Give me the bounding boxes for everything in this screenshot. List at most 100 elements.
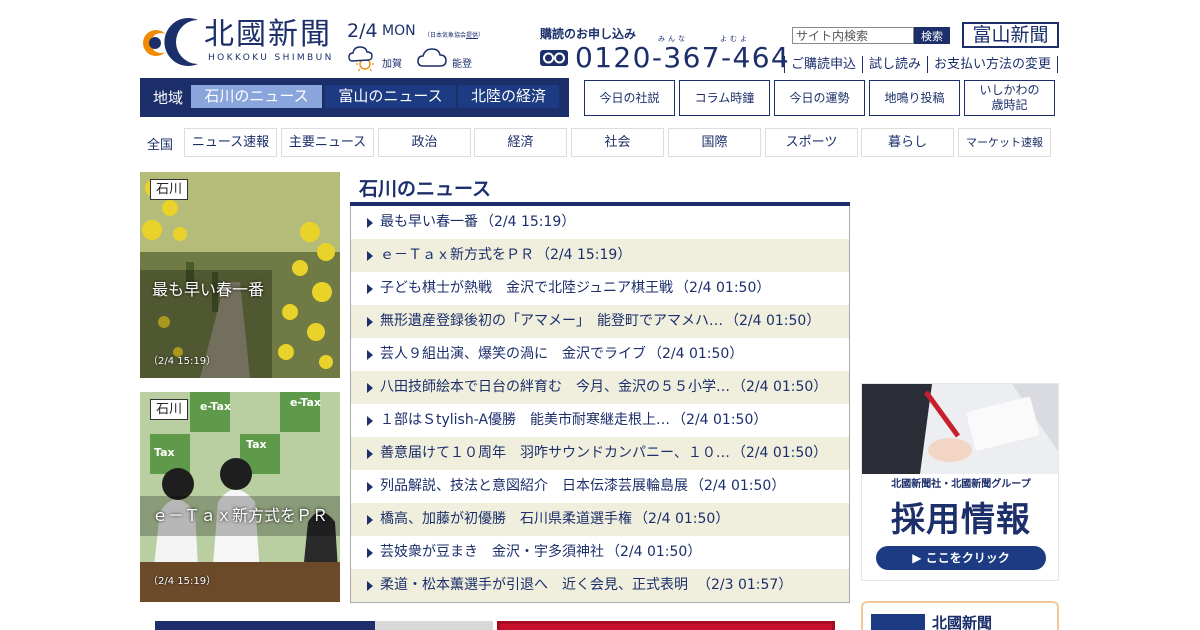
weather-credit-prefix: （日本気象協会 <box>424 32 467 39</box>
news-title[interactable]: 列品解説、技法と意図紹介 日本伝漆芸展輪島展 <box>380 478 688 494</box>
ad-subtitle: 北國新聞社・北國新聞グループ <box>891 479 1031 490</box>
bottom-banner-2[interactable] <box>375 621 493 630</box>
news-item[interactable]: 無形遺産登録後初の「アマメー」 能登町でアマメハ… （2/4 01:50） <box>351 305 849 338</box>
category-politics[interactable]: 政治 <box>378 128 471 157</box>
group-box-name: 北國新聞 <box>932 614 993 630</box>
recruitment-ad[interactable]: 北國新聞社・北國新聞グループ 採用情報 ▶ ここをクリック <box>861 383 1059 581</box>
news-time: （2/4 01:50） <box>634 511 730 527</box>
news-item[interactable]: 最も早い春一番 （2/4 15:19） <box>351 206 849 239</box>
news-time: （2/4 01:50） <box>732 379 828 395</box>
news-item[interactable]: 柔道・松本薫選手が引退へ 近く会見、正式表明 （2/3 01:57） <box>351 569 849 602</box>
bullet-arrow-icon <box>367 416 373 426</box>
weather-region-noto: 能登 <box>452 59 472 70</box>
reader-letters-button[interactable]: 地鳴り投稿 <box>869 80 960 116</box>
news-item[interactable]: ｅ－Ｔａｘ新方式をＰＲ （2/4 15:19） <box>351 239 849 272</box>
news-time: （2/4 01:50） <box>675 280 771 296</box>
hokkoku-mini-logo-icon <box>871 614 925 630</box>
search-input[interactable] <box>792 27 914 44</box>
weather-day: MON <box>382 23 416 39</box>
trial-link[interactable]: 試し読み <box>862 56 927 73</box>
svg-text:Tax: Tax <box>154 446 175 459</box>
free-dial-icon <box>540 50 568 66</box>
news-list-heading: 石川のニュース <box>359 178 492 200</box>
news-title[interactable]: １部はＳtylish-A優勝 能美市耐寒継走根上… <box>380 412 670 428</box>
payment-change-link[interactable]: お支払い方法の変更 <box>927 56 1059 73</box>
bullet-arrow-icon <box>367 548 373 558</box>
news-title[interactable]: 無形遺産登録後初の「アマメー」 能登町でアマメハ… <box>380 313 723 329</box>
subscribe-block[interactable]: 購読のお申し込み みんな よむよ 0120-367-464 <box>540 25 789 75</box>
news-time: （2/4 01:50） <box>648 346 744 362</box>
weather-credit-link[interactable]: 提供 <box>466 32 478 39</box>
news-title[interactable]: 芸妓衆が豆まき 金沢・宇多須神社 <box>380 544 604 560</box>
news-item[interactable]: 列品解説、技法と意図紹介 日本伝漆芸展輪島展 （2/4 01:50） <box>351 470 849 503</box>
subscribe-title: 購読のお申し込み <box>540 27 637 41</box>
subscribe-link[interactable]: ご購読申込 <box>784 56 862 73</box>
news-time: （2/4 01:50） <box>731 445 828 461</box>
bullet-arrow-icon <box>367 284 373 294</box>
news-item[interactable]: 橋高、加藤が初優勝 石川県柔道選手権 （2/4 01:50） <box>351 503 849 536</box>
category-top-news[interactable]: 主要ニュース <box>281 128 374 157</box>
news-title[interactable]: 柔道・松本薫選手が引退へ 近く会見、正式表明 <box>380 577 702 593</box>
featured-time: （2/4 15:19） <box>148 356 217 367</box>
category-breaking-news[interactable]: ニュース速報 <box>184 128 277 157</box>
svg-text:e-Tax: e-Tax <box>290 396 321 409</box>
bullet-arrow-icon <box>367 218 373 228</box>
sun-cloud-icon <box>348 46 374 72</box>
free-dial-number[interactable]: 0120-367-464 <box>575 41 790 74</box>
news-title[interactable]: 橋高、加藤が初優勝 石川県柔道選手権 <box>380 511 632 527</box>
featured-story-2[interactable]: e-Tax e-Tax Tax Tax 石川 ｅ－Ｔａｘ新方式をＰＲ （2/4 15:… <box>140 392 340 602</box>
seasonal-calendar-button[interactable]: いしかわの 歳時記 <box>964 80 1055 116</box>
news-item[interactable]: 善意届けて１０周年 羽咋サウンドカンパニー、１０… （2/4 01:50） <box>351 437 849 470</box>
news-title[interactable]: ｅ－Ｔａｘ新方式をＰＲ <box>380 247 534 263</box>
ad-photo <box>862 384 1058 474</box>
ishikawa-news-list: 石川のニュース 最も早い春一番 （2/4 15:19） ｅ－Ｔａｘ新方式をＰＲ （2… <box>350 170 850 604</box>
featured-time: （2/4 15:19） <box>148 576 217 587</box>
news-title[interactable]: 八田技師絵本で日台の絆育む 今月、金沢の５５小学… <box>380 379 730 395</box>
category-economy[interactable]: 経済 <box>474 128 567 157</box>
logo-title: 北國新聞 <box>204 17 332 52</box>
news-title[interactable]: 最も早い春一番 <box>380 214 478 230</box>
featured-headline[interactable]: ｅ－Ｔａｘ新方式をＰＲ <box>140 496 340 532</box>
bullet-arrow-icon <box>367 317 373 327</box>
news-item[interactable]: 芸人９組出演、爆笑の渦に 金沢でライブ （2/4 01:50） <box>351 338 849 371</box>
svg-text:Tax: Tax <box>246 438 267 451</box>
featured-story-1[interactable]: 石川 最も早い春一番 （2/4 15:19） <box>140 172 340 378</box>
news-items: 最も早い春一番 （2/4 15:19） ｅ－Ｔａｘ新方式をＰＲ （2/4 15:19… <box>350 206 850 603</box>
tab-toyama-news[interactable]: 富山のニュース <box>325 85 456 108</box>
region-nav: 地域 石川のニュース 富山のニュース 北陸の経済 <box>140 78 569 117</box>
news-item[interactable]: 八田技師絵本で日台の絆育む 今月、金沢の５５小学… （2/4 01:50） <box>351 371 849 404</box>
featured-headline[interactable]: 最も早い春一番 <box>140 270 340 306</box>
news-item[interactable]: １部はＳtylish-A優勝 能美市耐寒継走根上… （2/4 01:50） <box>351 404 849 437</box>
news-item[interactable]: 芸妓衆が豆まき 金沢・宇多須神社 （2/4 01:50） <box>351 536 849 569</box>
weather-credit: （日本気象協会提供） <box>424 30 484 39</box>
category-living[interactable]: 暮らし <box>861 128 954 157</box>
bottom-banner-3[interactable] <box>497 621 835 630</box>
tab-ishikawa-news[interactable]: 石川のニュース <box>191 85 322 108</box>
ad-title: 採用情報 <box>891 500 1031 540</box>
logo-roman: HOKKOKU SHIMBUN <box>208 53 334 63</box>
column-jisho-button[interactable]: コラム時鐘 <box>679 80 770 116</box>
hokkoku-group-box[interactable]: 北國新聞 <box>861 601 1059 630</box>
prefecture-badge: 石川 <box>150 179 189 200</box>
weather-credit-suffix: ） <box>478 32 485 39</box>
news-time: （2/4 15:19） <box>480 214 576 230</box>
category-society[interactable]: 社会 <box>571 128 664 157</box>
tab-hokuriku-economy[interactable]: 北陸の経済 <box>458 85 559 108</box>
bullet-arrow-icon <box>367 515 373 525</box>
toyama-shimbun-link[interactable]: 富山新聞 <box>962 22 1059 48</box>
category-international[interactable]: 国際 <box>668 128 761 157</box>
region-nav-label: 地域 <box>153 89 184 107</box>
bottom-banner-1[interactable] <box>155 621 375 630</box>
category-market-news[interactable]: マーケット速報 <box>958 128 1051 157</box>
category-sports[interactable]: スポーツ <box>765 128 858 157</box>
news-time: （2/4 01:50） <box>690 478 786 494</box>
horoscope-button[interactable]: 今日の運勢 <box>774 80 865 116</box>
news-title[interactable]: 善意届けて１０周年 羽咋サウンドカンパニー、１０… <box>380 445 730 461</box>
news-item[interactable]: 子ども棋士が熱戦 金沢で北陸ジュニア棋王戦 （2/4 01:50） <box>351 272 849 305</box>
search-button[interactable]: 検索 <box>914 27 950 44</box>
ad-click-button[interactable]: ▶ ここをクリック <box>876 546 1046 570</box>
news-title[interactable]: 芸人９組出演、爆笑の渦に 金沢でライブ <box>380 346 646 362</box>
editorial-button[interactable]: 今日の社説 <box>584 80 675 116</box>
news-title[interactable]: 子ども棋士が熱戦 金沢で北陸ジュニア棋王戦 <box>380 280 673 296</box>
site-logo[interactable]: 北國新聞 HOKKOKU SHIMBUN <box>140 16 340 66</box>
